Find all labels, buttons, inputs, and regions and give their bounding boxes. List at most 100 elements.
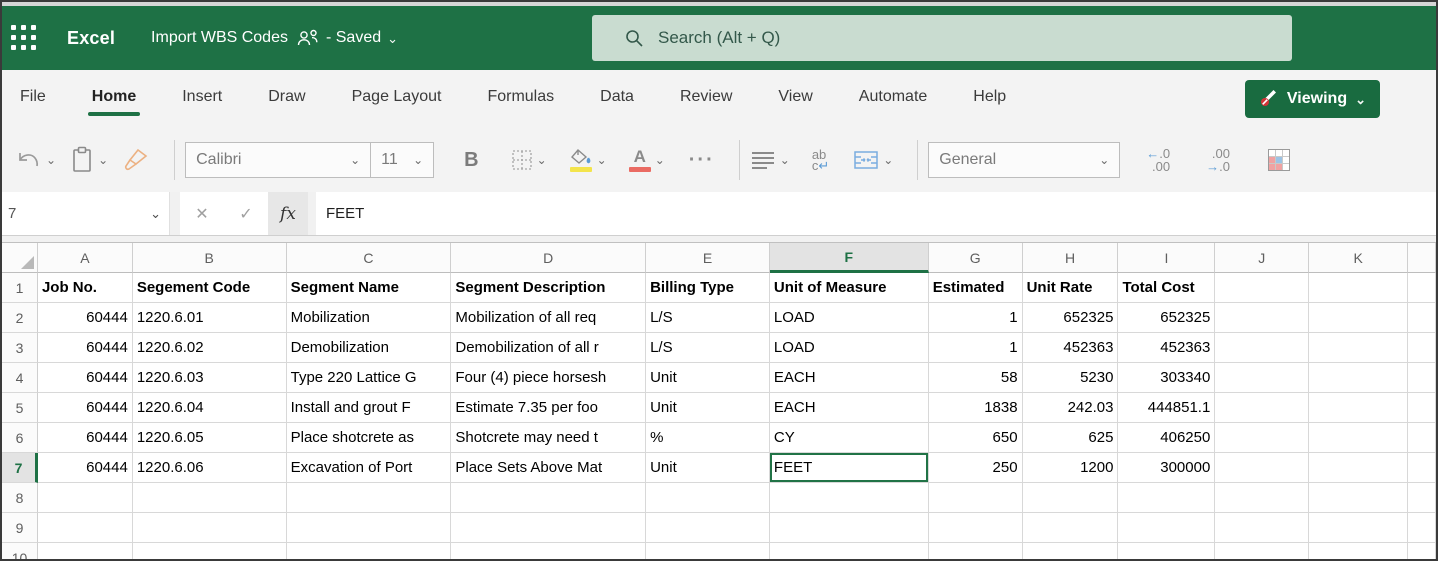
cell-A8[interactable] [38,483,133,513]
cell-B8[interactable] [133,483,287,513]
cell-G5[interactable]: 1838 [929,393,1023,423]
cell-C10[interactable] [287,543,452,559]
cell-H7[interactable]: 1200 [1023,453,1119,483]
cell-D7[interactable]: Place Sets Above Mat [451,453,646,483]
cell-I5[interactable]: 444851.1 [1118,393,1215,423]
cell-A3[interactable]: 60444 [38,333,133,363]
cell-B6[interactable]: 1220.6.05 [133,423,287,453]
cell-F8[interactable] [770,483,929,513]
cell-I9[interactable] [1118,513,1215,543]
cell-K5[interactable] [1309,393,1408,423]
cell-H4[interactable]: 5230 [1023,363,1119,393]
row-header-5[interactable]: 5 [2,393,38,423]
row-header-8[interactable]: 8 [2,483,38,513]
column-header-E[interactable]: E [646,243,770,273]
cell-C2[interactable]: Mobilization [287,303,452,333]
cell-K9[interactable] [1309,513,1408,543]
tab-draw[interactable]: Draw [268,82,305,116]
fill-color-icon[interactable] [569,148,593,172]
row-header-6[interactable]: 6 [2,423,38,453]
borders-icon[interactable] [511,149,533,171]
document-title[interactable]: Import WBS Codes [151,29,288,47]
cell-K10[interactable] [1309,543,1408,559]
cell-A6[interactable]: 60444 [38,423,133,453]
cell-E9[interactable] [646,513,770,543]
cell-D10[interactable] [451,543,646,559]
column-header-J[interactable]: J [1215,243,1309,273]
wrap-text-icon[interactable]: ab c↵ [812,149,829,171]
cell-G9[interactable] [929,513,1023,543]
cell-G4[interactable]: 58 [929,363,1023,393]
column-header-G[interactable]: G [929,243,1023,273]
font-color-chevron-icon[interactable]: ⌄ [655,153,665,167]
cell-G7[interactable]: 250 [929,453,1023,483]
cell-H5[interactable]: 242.03 [1023,393,1119,423]
cell-H2[interactable]: 652325 [1023,303,1119,333]
cell-F7[interactable]: FEET [770,453,929,483]
cancel-entry-icon[interactable]: ✕ [180,204,224,224]
cell-J4[interactable] [1215,363,1309,393]
cell-G10[interactable] [929,543,1023,559]
cell-E7[interactable]: Unit [646,453,770,483]
cell-H10[interactable] [1023,543,1119,559]
cell-D9[interactable] [451,513,646,543]
cell-A9[interactable] [38,513,133,543]
cell-E4[interactable]: Unit [646,363,770,393]
cell-J8[interactable] [1215,483,1309,513]
conditional-formatting-icon[interactable] [1268,149,1290,171]
cell-C4[interactable]: Type 220 Lattice G [287,363,452,393]
cell-H8[interactable] [1023,483,1119,513]
column-header-A[interactable]: A [38,243,133,273]
cell-D5[interactable]: Estimate 7.35 per foo [451,393,646,423]
align-text-icon[interactable] [750,150,776,170]
cell-B10[interactable] [133,543,287,559]
tab-review[interactable]: Review [680,82,732,116]
name-box[interactable]: 7 ⌄ [2,192,170,235]
tab-insert[interactable]: Insert [182,82,222,116]
cell-E10[interactable] [646,543,770,559]
cell-G1[interactable]: Estimated [929,273,1023,303]
undo-icon[interactable] [16,149,42,171]
cell-E5[interactable]: Unit [646,393,770,423]
tab-automate[interactable]: Automate [859,82,927,116]
cell-K3[interactable] [1309,333,1408,363]
decrease-decimal-icon[interactable]: ←←.0.0 .00 [1146,147,1170,173]
font-size-select[interactable]: 11 ⌄ [370,142,434,178]
row-header-2[interactable]: 2 [2,303,38,333]
number-format-select[interactable]: General ⌄ [928,142,1120,178]
cell-B9[interactable] [133,513,287,543]
cell-I6[interactable]: 406250 [1118,423,1215,453]
cell-J2[interactable] [1215,303,1309,333]
cell-B4[interactable]: 1220.6.03 [133,363,287,393]
cell-J7[interactable] [1215,453,1309,483]
cell-E6[interactable]: % [646,423,770,453]
font-name-select[interactable]: Calibri ⌄ [185,142,371,178]
cell-C8[interactable] [287,483,452,513]
cell-A4[interactable]: 60444 [38,363,133,393]
paste-chevron-icon[interactable]: ⌄ [98,153,108,167]
insert-function-button[interactable]: fx [268,192,308,235]
tab-formulas[interactable]: Formulas [487,82,554,116]
cell-E1[interactable]: Billing Type [646,273,770,303]
tab-view[interactable]: View [778,82,812,116]
cell-D4[interactable]: Four (4) piece horsesh [451,363,646,393]
cell-K1[interactable] [1309,273,1408,303]
cell-H6[interactable]: 625 [1023,423,1119,453]
cell-B5[interactable]: 1220.6.04 [133,393,287,423]
cell-J1[interactable] [1215,273,1309,303]
cell-D1[interactable]: Segment Description [451,273,646,303]
cell-J10[interactable] [1215,543,1309,559]
column-header-C[interactable]: C [287,243,452,273]
column-header-D[interactable]: D [451,243,646,273]
cell-C7[interactable]: Excavation of Port [287,453,452,483]
cell-A2[interactable]: 60444 [38,303,133,333]
cell-F3[interactable]: LOAD [770,333,929,363]
search-input[interactable]: Search (Alt + Q) [592,15,1292,61]
column-header-I[interactable]: I [1118,243,1215,273]
cell-D8[interactable] [451,483,646,513]
increase-decimal-icon[interactable]: .00 →.0 [1206,147,1230,173]
cell-C3[interactable]: Demobilization [287,333,452,363]
cell-D6[interactable]: Shotcrete may need t [451,423,646,453]
formula-input[interactable]: FEET [316,192,1436,235]
cell-H1[interactable]: Unit Rate [1023,273,1119,303]
